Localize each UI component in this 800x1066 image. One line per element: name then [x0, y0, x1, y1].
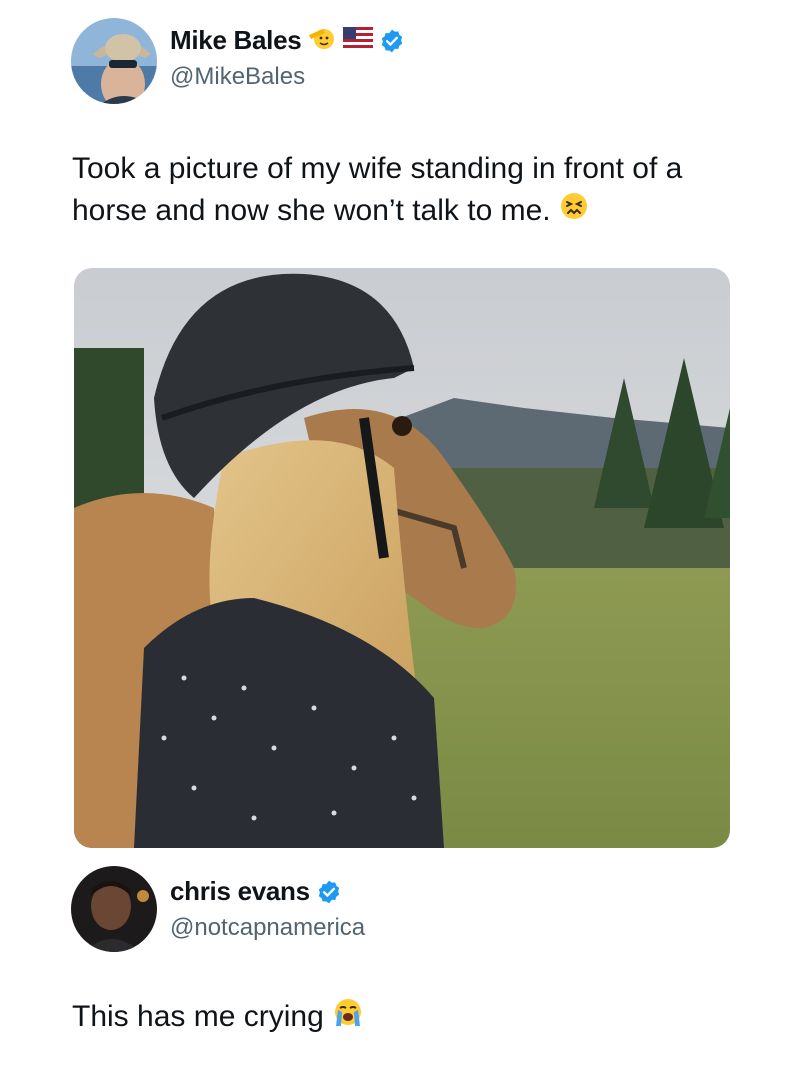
- avatar-mike-bales[interactable]: [71, 18, 157, 104]
- verified-badge-icon: [316, 879, 342, 905]
- confounded-face-emoji: [559, 191, 589, 233]
- handle[interactable]: @notcapnamerica: [170, 914, 365, 942]
- post-photo[interactable]: [74, 268, 730, 848]
- salute-face-emoji: [307, 25, 337, 56]
- avatar-image: [71, 18, 157, 104]
- avatar-chris-evans[interactable]: [71, 866, 157, 952]
- avatar-image: [71, 866, 157, 952]
- display-name[interactable]: chris evans: [170, 876, 310, 907]
- verified-badge-icon: [379, 28, 405, 54]
- tweet-text: Took a picture of my wife standing in fr…: [72, 148, 732, 233]
- tweet-text: This has me crying: [72, 996, 732, 1040]
- us-flag-emoji: [343, 27, 374, 54]
- loudly-crying-face-emoji: [332, 996, 364, 1040]
- tweet-text-body: This has me crying: [72, 1000, 324, 1033]
- handle[interactable]: @MikeBales: [170, 63, 305, 91]
- horse-photo: [74, 268, 730, 848]
- tweet-text-body: Took a picture of my wife standing in fr…: [72, 152, 683, 227]
- display-name[interactable]: Mike Bales: [170, 25, 302, 56]
